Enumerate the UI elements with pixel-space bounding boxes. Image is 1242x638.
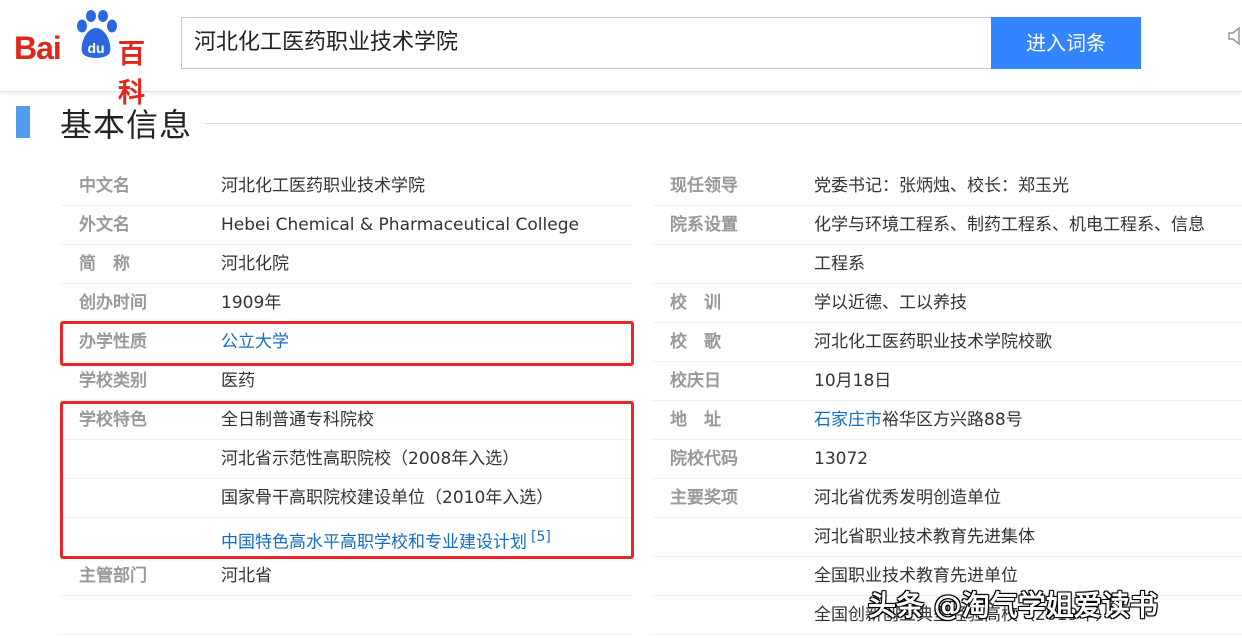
- info-row-left: 学校类别 医药: [60, 362, 632, 401]
- row-label: 院校代码: [670, 449, 738, 469]
- info-row-right: 主要奖项 河北省优秀发明创造单位: [652, 479, 1242, 518]
- info-row-right: 现任领导 党委书记：张炳烛、校长：郑玉光: [652, 167, 1242, 206]
- row-label: 校 歌: [670, 332, 721, 352]
- row-label: 创办时间: [79, 293, 147, 313]
- highlight-box-nature: [60, 321, 634, 366]
- row-label: 学校类别: [79, 371, 147, 391]
- info-row-left: 中文名 河北化工医药职业技术学院: [60, 167, 632, 206]
- info-row-left: 主管部门 河北省: [60, 557, 632, 596]
- header-bar: Bai du 百科 河北化工医药职业技术学院 进入词条: [0, 0, 1242, 109]
- info-row-right: 校庆日 10月18日: [652, 362, 1242, 401]
- row-value: 10月18日: [814, 371, 892, 391]
- row-value: 学以近德、工以养技: [814, 293, 967, 313]
- search-input[interactable]: 河北化工医药职业技术学院: [181, 17, 991, 69]
- info-row-right: 校 歌 河北化工医药职业技术学院校歌: [652, 323, 1242, 362]
- logo-text-bai: Bai: [14, 30, 62, 66]
- info-row-right: 院系设置 化学与环境工程系、制药工程系、机电工程系、信息: [652, 206, 1242, 245]
- row-label: 中文名: [79, 176, 130, 196]
- row-label: 院系设置: [670, 215, 738, 235]
- row-label: 外文名: [79, 215, 130, 235]
- row-label: 主要奖项: [670, 488, 738, 508]
- address-text: 裕华区方兴路88号: [882, 410, 1023, 430]
- row-value: 河北省: [221, 566, 272, 586]
- baidu-baike-logo[interactable]: Bai du 百科: [14, 10, 170, 109]
- section-title: 基本信息: [60, 106, 193, 144]
- baidu-paw-icon: du: [77, 10, 117, 58]
- section-divider: [205, 123, 1242, 124]
- row-value: 党委书记：张炳烛、校长：郑玉光: [814, 176, 1069, 196]
- row-value-wrap: 石家庄市裕华区方兴路88号: [814, 401, 1023, 439]
- row-value: 河北化工医药职业技术学院校歌: [814, 332, 1052, 352]
- row-label: 主管部门: [79, 566, 147, 586]
- row-value: 河北省优秀发明创造单位: [814, 488, 1001, 508]
- info-row-right: 河北省职业技术教育先进集体: [652, 518, 1242, 557]
- shijiazhuang-link[interactable]: 石家庄市: [814, 410, 882, 430]
- info-row-right: 校 训 学以近德、工以养技: [652, 284, 1242, 323]
- info-row-left: 创办时间 1909年: [60, 284, 632, 323]
- row-value: 13072: [814, 449, 869, 469]
- row-value: 医药: [221, 371, 255, 391]
- row-value: 1909年: [221, 293, 282, 313]
- row-value: Hebei Chemical & Pharmaceutical College: [221, 215, 579, 235]
- logo-text-du: du: [87, 40, 104, 56]
- info-row-right: 院校代码 13072: [652, 440, 1242, 479]
- info-row-left: 简 称 河北化院: [60, 245, 632, 284]
- highlight-box-features: [60, 401, 634, 559]
- row-label: 地 址: [670, 410, 721, 430]
- info-row-right: 地 址 石家庄市裕华区方兴路88号: [652, 401, 1242, 440]
- row-value: 河北化院: [221, 254, 289, 274]
- row-label: 现任领导: [670, 176, 738, 196]
- row-value: 河北化工医药职业技术学院: [221, 176, 425, 196]
- row-label: 校庆日: [670, 371, 721, 391]
- row-value: 化学与环境工程系、制药工程系、机电工程系、信息: [814, 215, 1205, 235]
- enter-entry-button[interactable]: 进入词条: [991, 17, 1141, 69]
- row-label: 简 称: [79, 254, 130, 274]
- info-row-left: 外文名 Hebei Chemical & Pharmaceutical Coll…: [60, 206, 632, 245]
- section-accent-bar: [16, 106, 30, 138]
- logo-text-baike: 百科: [118, 39, 145, 109]
- speaker-icon[interactable]: [1228, 26, 1242, 46]
- row-label: 校 训: [670, 293, 721, 313]
- info-row-left: [60, 596, 632, 635]
- row-value: 河北省职业技术教育先进集体: [814, 527, 1035, 547]
- row-value: 工程系: [814, 254, 865, 274]
- info-row-right: 工程系: [652, 245, 1242, 284]
- watermark-text: 头条 @淘气学姐爱读书: [868, 589, 1158, 622]
